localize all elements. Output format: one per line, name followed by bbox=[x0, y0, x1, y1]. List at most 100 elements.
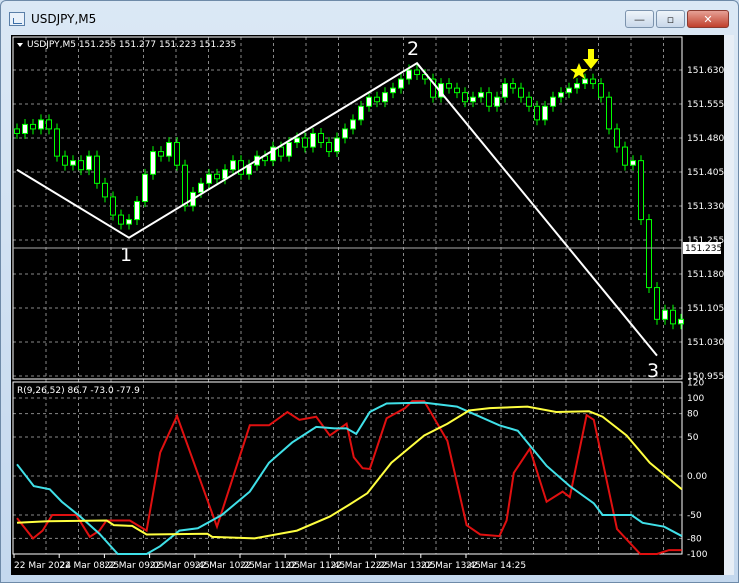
price-axis-label: 151.480 bbox=[687, 134, 724, 144]
bull-candle bbox=[470, 96, 476, 103]
bear-candle bbox=[670, 309, 676, 325]
wave-label-3: 3 bbox=[647, 360, 659, 382]
bear-candle bbox=[158, 151, 164, 157]
bear-candle bbox=[14, 128, 20, 134]
bull-candle bbox=[286, 142, 292, 157]
bear-candle bbox=[446, 83, 452, 89]
indicator-plot-frame bbox=[12, 381, 683, 555]
bull-candle bbox=[198, 182, 204, 193]
window-title-bar: USDJPY,M5 bbox=[9, 9, 96, 29]
close-button[interactable]: ✕ bbox=[687, 10, 729, 28]
bear-candle bbox=[110, 196, 116, 216]
bear-candle bbox=[326, 142, 332, 153]
window-title: USDJPY,M5 bbox=[31, 12, 97, 26]
price-axis-label: 151.630 bbox=[687, 66, 724, 76]
bear-candle bbox=[182, 164, 188, 207]
indicator-header: R(9,26,52) 86.7 -73.0 -77.9 bbox=[17, 386, 140, 396]
bull-candle bbox=[382, 92, 388, 103]
time-axis-label: 22 Mar 14:25 bbox=[466, 561, 526, 571]
bull-candle bbox=[406, 69, 412, 80]
bull-candle bbox=[358, 105, 364, 121]
chart-area[interactable]: USDJPY,M5 151.255 151.277 151.223 151.23… bbox=[11, 35, 724, 575]
bear-candle bbox=[518, 87, 524, 98]
bull-candle bbox=[86, 155, 92, 171]
wave-label-1: 1 bbox=[120, 244, 132, 266]
bull-candle bbox=[582, 78, 588, 85]
indicator-axis-label: 80 bbox=[687, 410, 699, 420]
price-axis-label: 151.405 bbox=[687, 168, 724, 178]
bear-candle bbox=[534, 105, 540, 121]
bull-candle bbox=[678, 318, 684, 325]
red-indicator-line bbox=[16, 400, 682, 555]
chart-window-icon bbox=[9, 12, 25, 26]
bull-candle bbox=[142, 173, 148, 202]
bear-candle bbox=[174, 142, 180, 166]
indicator-axis-label: -100 bbox=[687, 550, 708, 560]
bull-candle bbox=[230, 160, 236, 171]
bear-candle bbox=[94, 155, 100, 184]
maximize-button[interactable]: ▫ bbox=[656, 10, 685, 28]
bull-candle bbox=[166, 142, 172, 157]
bull-candle bbox=[22, 123, 28, 134]
bull-candle bbox=[126, 219, 132, 225]
chart-header: USDJPY,M5 151.255 151.277 151.223 151.23… bbox=[27, 40, 236, 50]
bear-candle bbox=[214, 173, 220, 180]
indicator-axis-label: 0.00 bbox=[687, 472, 707, 482]
bull-candle bbox=[566, 87, 572, 94]
bear-candle bbox=[598, 83, 604, 98]
indicator-axis-label: -50 bbox=[687, 511, 702, 521]
bull-candle bbox=[494, 96, 500, 107]
bear-candle bbox=[118, 214, 124, 225]
vertical-scrollbar[interactable] bbox=[724, 35, 734, 575]
bear-candle bbox=[454, 87, 460, 94]
bear-candle bbox=[374, 96, 380, 103]
minimize-button[interactable]: — bbox=[625, 10, 654, 28]
indicator-axis-label: 100 bbox=[687, 394, 704, 404]
bull-candle bbox=[150, 151, 156, 175]
bull-candle bbox=[630, 160, 636, 166]
price-axis-label: 151.180 bbox=[687, 270, 724, 280]
bull-candle bbox=[70, 160, 76, 166]
bull-candle bbox=[398, 78, 404, 89]
bear-candle bbox=[54, 128, 60, 157]
bear-candle bbox=[462, 92, 468, 103]
bull-candle bbox=[558, 92, 564, 98]
bear-candle bbox=[46, 119, 52, 130]
bear-candle bbox=[238, 160, 244, 175]
price-axis-label: 151.030 bbox=[687, 338, 724, 348]
bear-candle bbox=[590, 78, 596, 85]
bear-candle bbox=[62, 155, 68, 166]
bear-candle bbox=[78, 160, 84, 171]
bull-candle bbox=[366, 96, 372, 107]
chart-window: USDJPY,M5 — ▫ ✕ USDJPY,M5 151.255 151.27… bbox=[0, 0, 739, 583]
bear-candle bbox=[302, 137, 308, 148]
bear-candle bbox=[102, 182, 108, 198]
price-axis-label: 151.105 bbox=[687, 304, 724, 314]
bear-candle bbox=[486, 92, 492, 107]
bear-candle bbox=[318, 132, 324, 144]
bear-candle bbox=[622, 146, 628, 166]
price-axis-label: 151.555 bbox=[687, 100, 724, 110]
bear-candle bbox=[646, 219, 652, 289]
bull-candle bbox=[342, 128, 348, 139]
bull-candle bbox=[662, 309, 668, 320]
bull-candle bbox=[134, 200, 140, 221]
bull-candle bbox=[502, 83, 508, 98]
sell-arrow-icon bbox=[583, 49, 599, 69]
bear-candle bbox=[526, 96, 532, 107]
collapse-triangle-icon[interactable] bbox=[17, 43, 23, 47]
bear-candle bbox=[30, 123, 36, 130]
bear-candle bbox=[638, 160, 644, 221]
bear-candle bbox=[606, 96, 612, 130]
bull-candle bbox=[294, 137, 300, 144]
bull-candle bbox=[390, 87, 396, 94]
current-price-label: 151.235 bbox=[685, 244, 722, 254]
bear-candle bbox=[654, 287, 660, 320]
bear-candle bbox=[278, 146, 284, 157]
bull-candle bbox=[38, 119, 44, 130]
chart-canvas[interactable]: USDJPY,M5 151.255 151.277 151.223 151.23… bbox=[11, 35, 724, 575]
bull-candle bbox=[334, 137, 340, 153]
wave-label-2: 2 bbox=[407, 38, 419, 60]
bull-candle bbox=[310, 132, 316, 148]
bear-candle bbox=[614, 128, 620, 148]
